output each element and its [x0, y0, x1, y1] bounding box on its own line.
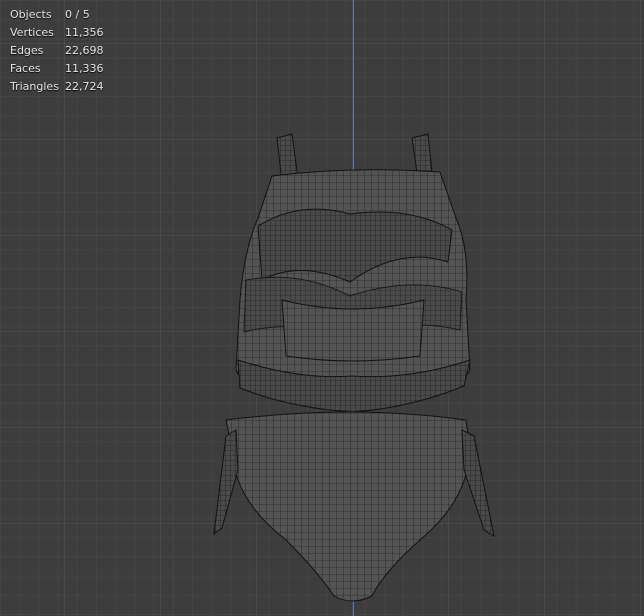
- stat-label: Edges: [10, 44, 44, 57]
- stat-value: 11,356: [65, 26, 104, 39]
- stat-label: Vertices: [10, 26, 54, 39]
- stat-value: 22,724: [65, 80, 104, 93]
- scene-statistics-overlay: Objects 0 / 5 Vertices 11,356 Edges 22,6…: [10, 6, 104, 96]
- stat-value: 0 / 5: [65, 8, 90, 21]
- stat-row-vertices: Vertices 11,356: [10, 24, 104, 42]
- top-inner-band: [281, 299, 425, 362]
- stat-label: Objects: [10, 8, 52, 21]
- bottom-brief: [225, 411, 471, 602]
- stat-row-triangles: Triangles 22,724: [10, 78, 104, 96]
- stat-row-edges: Edges 22,698: [10, 42, 104, 60]
- stat-row-objects: Objects 0 / 5: [10, 6, 104, 24]
- left-side-tie: [213, 429, 239, 536]
- stat-value: 11,336: [65, 62, 104, 75]
- stat-label: Faces: [10, 62, 41, 75]
- 3d-viewport[interactable]: Objects 0 / 5 Vertices 11,356 Edges 22,6…: [0, 0, 644, 616]
- right-side-tie: [461, 429, 495, 538]
- stat-label: Triangles: [10, 80, 59, 93]
- stat-row-faces: Faces 11,336: [10, 60, 104, 78]
- stat-value: 22,698: [65, 44, 104, 57]
